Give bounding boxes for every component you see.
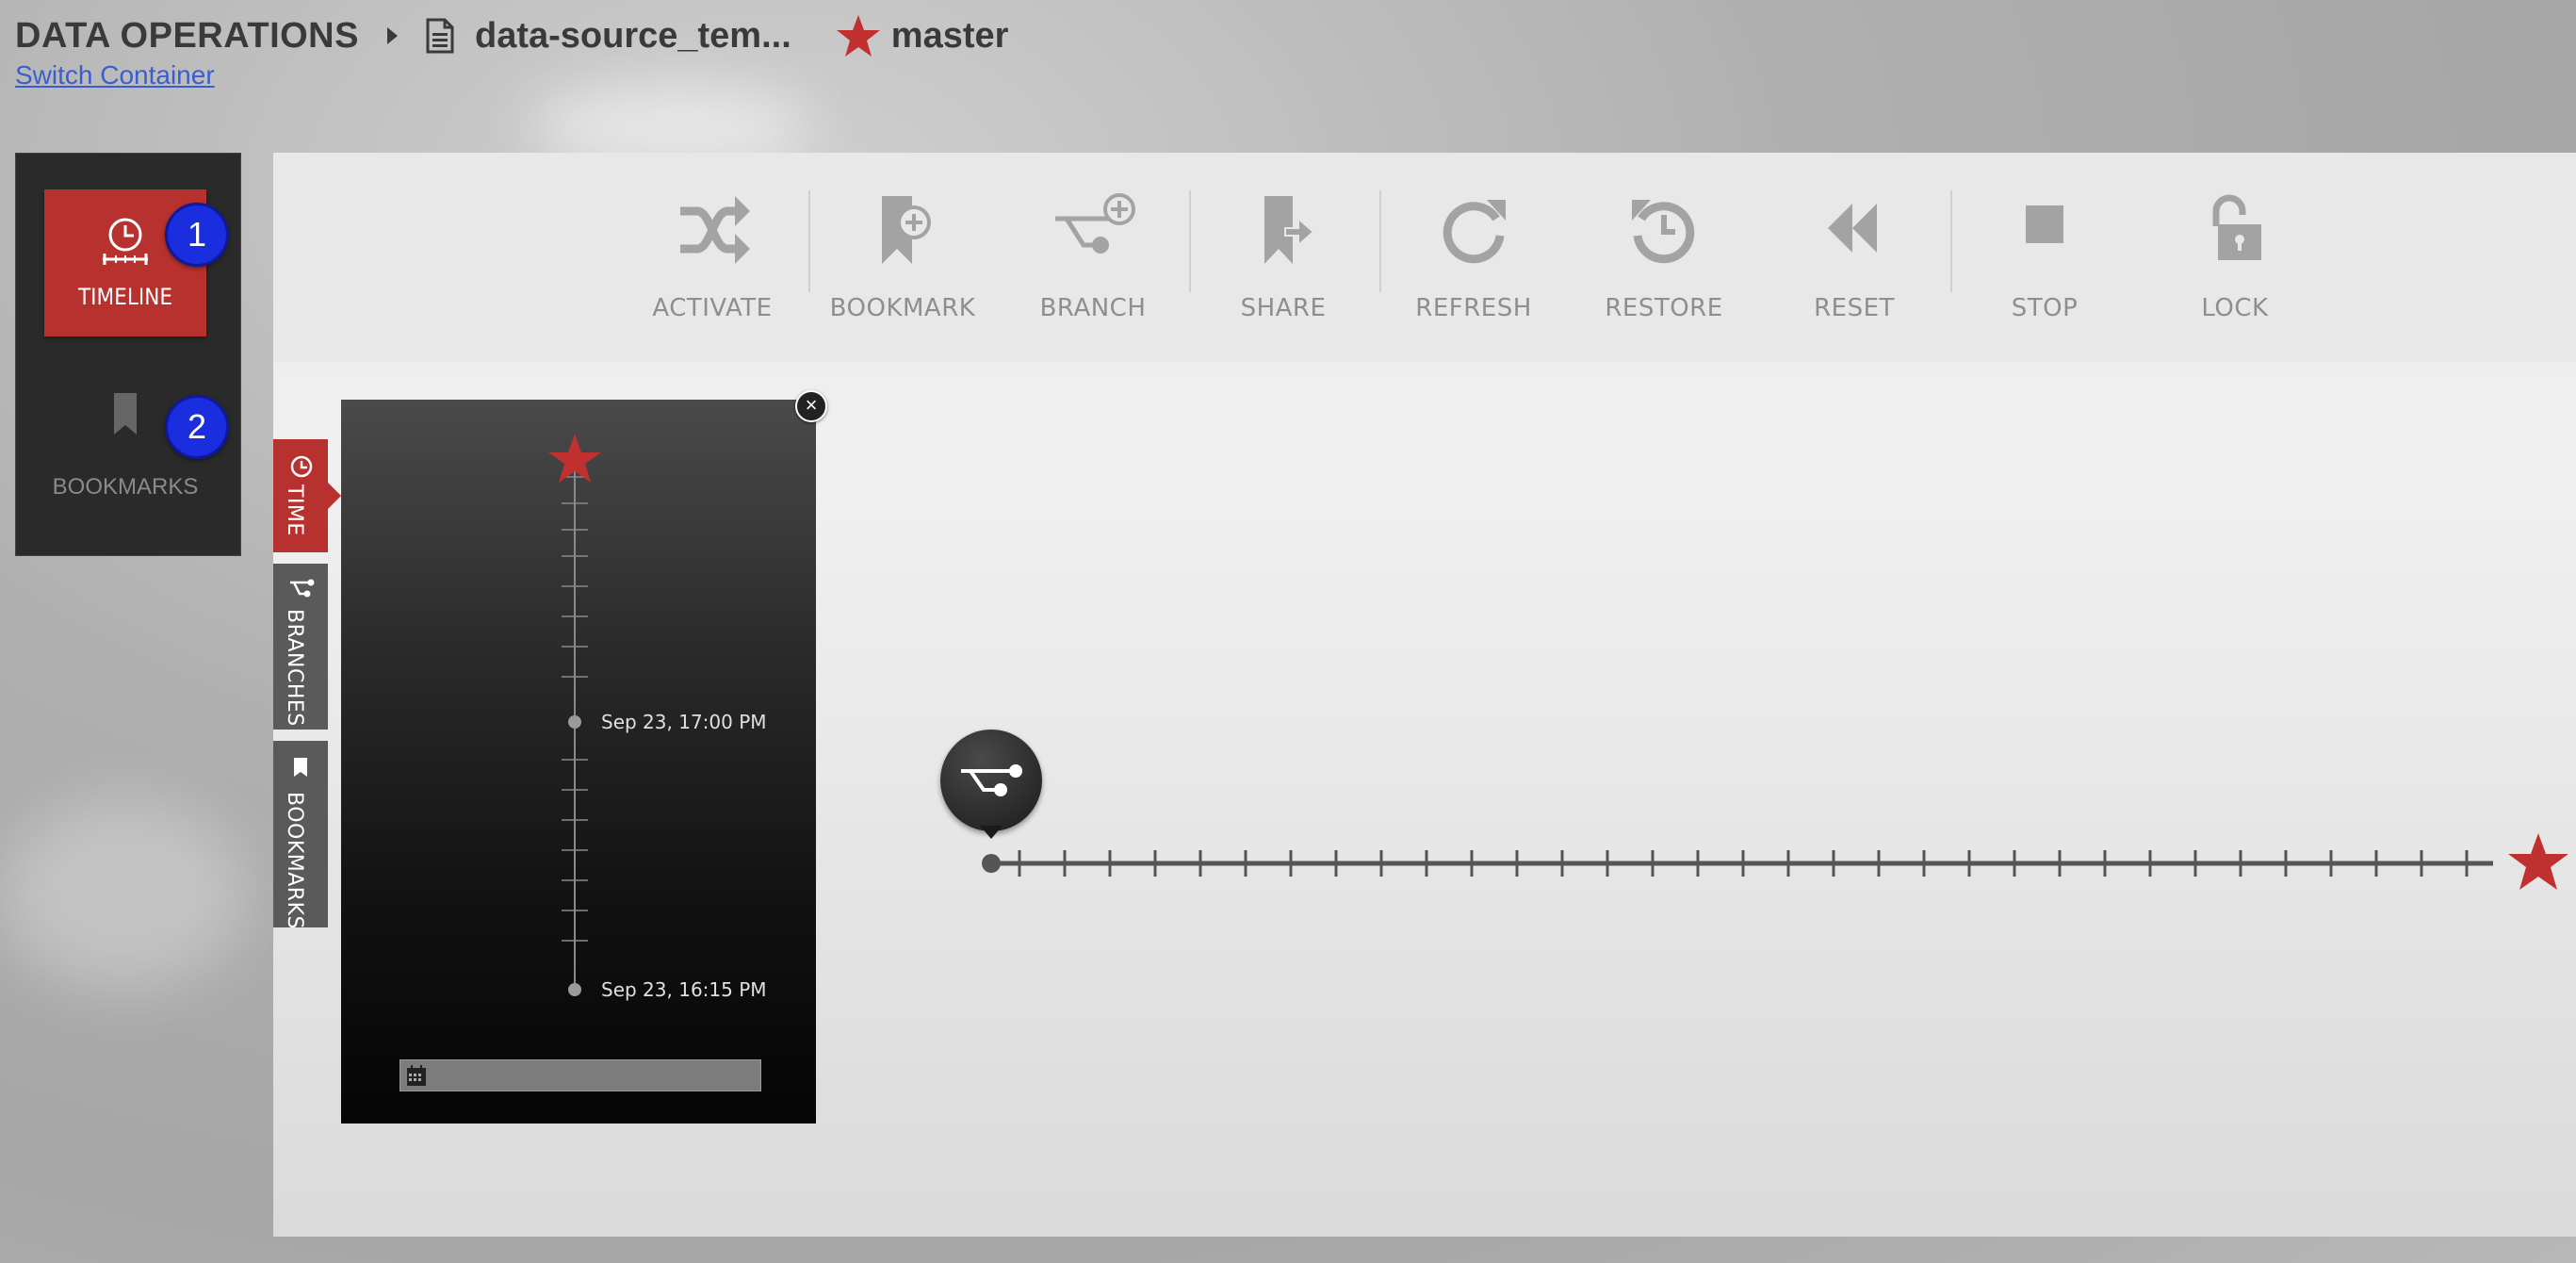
- breadcrumb-branch[interactable]: master: [891, 16, 1009, 57]
- branch-button[interactable]: BRANCH: [999, 190, 1187, 341]
- refresh-label: REFRESH: [1415, 294, 1532, 322]
- bookmark-icon: [294, 758, 307, 777]
- calendar-icon[interactable]: [406, 1064, 427, 1087]
- breadcrumb: DATA OPERATIONS data-source_tem... maste…: [15, 8, 1008, 64]
- bookmark-button[interactable]: BOOKMARK: [808, 190, 997, 341]
- branch-icon: [290, 579, 315, 598]
- shuffle-icon: [680, 196, 750, 264]
- stop-icon: [2026, 205, 2063, 243]
- tab-bookmarks[interactable]: BOOKMARKS: [273, 741, 328, 929]
- breadcrumb-separator-icon: [386, 27, 398, 44]
- tab-pointer: [328, 483, 341, 509]
- background-cloud: [0, 801, 245, 990]
- nav-item-label: BOOKMARKS: [52, 474, 199, 500]
- reset-button[interactable]: RESET: [1760, 190, 1948, 341]
- branch-add-icon: [1055, 193, 1135, 254]
- bookmark-add-icon: [882, 196, 931, 264]
- share-icon: [1264, 196, 1315, 264]
- activate-label: ACTIVATE: [652, 294, 773, 322]
- restore-icon: [1632, 200, 1695, 264]
- share-button[interactable]: SHARE: [1189, 190, 1378, 341]
- document-icon: [426, 18, 454, 54]
- restore-label: RESTORE: [1605, 294, 1723, 322]
- reset-label: RESET: [1814, 294, 1895, 322]
- nav-item-label: TIMELINE: [78, 284, 172, 310]
- tab-branches-label: BRANCHES: [283, 609, 306, 727]
- switch-container-link[interactable]: Switch Container: [15, 60, 215, 90]
- timeline-point-label: Sep 23, 17:00 PM: [601, 711, 767, 733]
- lock-button[interactable]: LOCK: [2141, 190, 2329, 341]
- restore-button[interactable]: RESTORE: [1570, 190, 1758, 341]
- tab-bookmarks-label: BOOKMARKS: [283, 792, 306, 929]
- timeline-point-label: Sep 23, 16:15 PM: [601, 978, 767, 1001]
- activate-button[interactable]: ACTIVATE: [618, 190, 807, 341]
- branch-label: BRANCH: [1039, 294, 1147, 322]
- refresh-icon: [1443, 200, 1506, 264]
- toolbar: ACTIVATE BOOKMARK BRANCH SHARE REFRESH R…: [273, 153, 2576, 362]
- timeline-end-star-icon[interactable]: [2508, 833, 2568, 890]
- clock-icon: [290, 455, 313, 478]
- bookmark-label: BOOKMARK: [829, 294, 976, 322]
- branch-marker[interactable]: [940, 730, 1042, 831]
- unlock-icon: [2212, 194, 2261, 260]
- breadcrumb-file[interactable]: data-source_tem...: [475, 16, 791, 57]
- bookmark-icon: [114, 393, 137, 435]
- stop-label: STOP: [2011, 294, 2079, 322]
- left-navigation: TIMELINE 1 BOOKMARKS 2: [15, 153, 241, 556]
- tab-time[interactable]: TIME: [273, 439, 341, 552]
- branch-icon: [961, 764, 1022, 796]
- timeline-popup: Sep 23, 17:00 PM Sep 23, 16:15 PM: [341, 400, 816, 1124]
- branch-marker-pointer: [980, 826, 1003, 839]
- vertical-timeline-point[interactable]: [568, 983, 581, 996]
- step-badge: 2: [165, 395, 229, 459]
- rewind-icon: [1828, 204, 1877, 253]
- timeline-clock-icon: [103, 218, 148, 265]
- date-picker-input[interactable]: [399, 1059, 761, 1091]
- vertical-timeline-point[interactable]: [568, 715, 581, 729]
- close-icon[interactable]: ×: [795, 390, 827, 422]
- timeline-start-point[interactable]: [982, 854, 1001, 873]
- share-label: SHARE: [1240, 294, 1327, 322]
- step-badge: 1: [165, 203, 229, 267]
- refresh-button[interactable]: REFRESH: [1379, 190, 1568, 341]
- lock-label: LOCK: [2201, 294, 2269, 322]
- stop-button[interactable]: STOP: [1950, 190, 2139, 341]
- tab-time-label: TIME: [283, 484, 306, 536]
- star-icon: [836, 15, 880, 57]
- breadcrumb-root[interactable]: DATA OPERATIONS: [15, 16, 359, 57]
- tab-branches[interactable]: BRANCHES: [273, 564, 328, 730]
